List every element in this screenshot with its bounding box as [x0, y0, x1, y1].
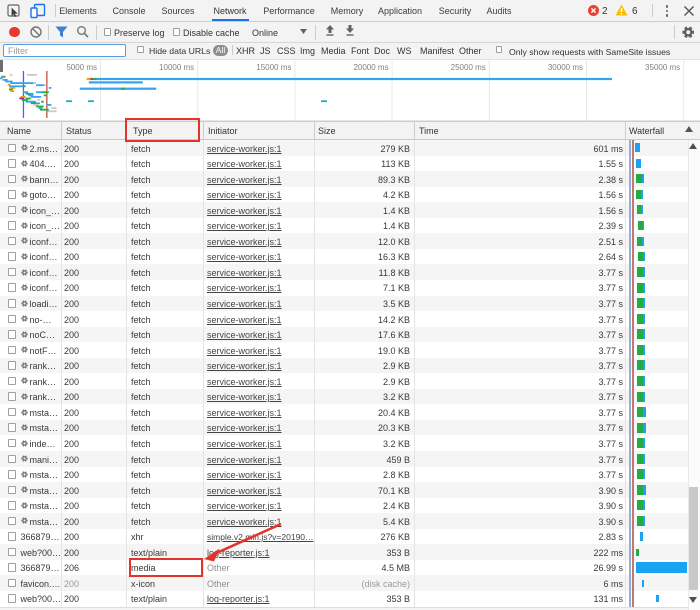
svg-text:25000 ms: 25000 ms	[451, 63, 486, 72]
svg-text:15000 ms: 15000 ms	[256, 63, 291, 72]
svg-text:35000 ms: 35000 ms	[645, 63, 680, 72]
svg-text:30000 ms: 30000 ms	[548, 63, 583, 72]
svg-text:5000 ms: 5000 ms	[66, 63, 97, 72]
svg-text:20000 ms: 20000 ms	[353, 63, 388, 72]
svg-text:10000 ms: 10000 ms	[159, 63, 194, 72]
